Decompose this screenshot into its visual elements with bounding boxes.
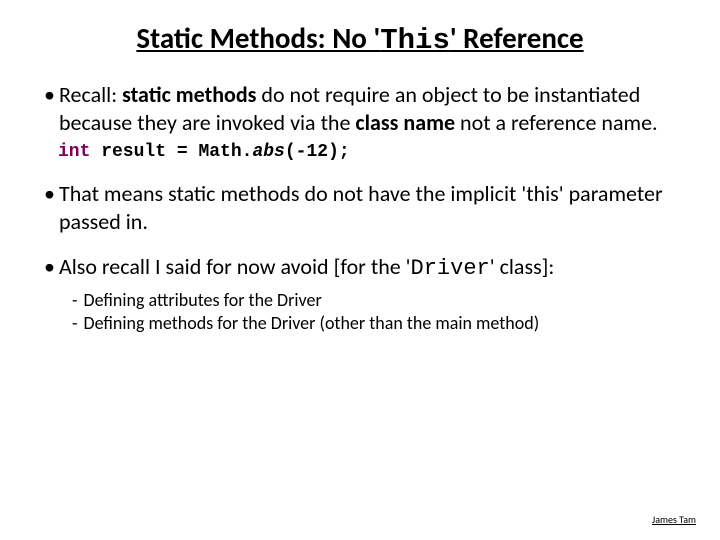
footer-author: James Tam xyxy=(652,513,696,526)
bullet-3: • Also recall I said for now avoid [for … xyxy=(44,253,682,283)
b3-p2: ' class]: xyxy=(490,253,555,280)
slide-container: Static Methods: No 'This' Reference • Re… xyxy=(0,0,720,540)
b1-bold1: static methods xyxy=(122,81,256,108)
sub-dash: - xyxy=(72,312,78,335)
title-mono: This xyxy=(380,24,450,57)
bullet-dot: • xyxy=(44,81,55,136)
bullet-1-text: Recall: static methods do not require an… xyxy=(59,81,682,136)
sub-2-text: Defining methods for the Driver (other t… xyxy=(84,312,540,335)
bullet-3-text: Also recall I said for now avoid [for th… xyxy=(59,253,682,283)
code-method: abs xyxy=(252,142,284,162)
slide-content: • Recall: static methods do not require … xyxy=(0,81,720,335)
b3-p1: Also recall I said for now avoid [for th… xyxy=(59,253,411,280)
b1-p3: not a reference name. xyxy=(455,109,658,136)
bullet-1: • Recall: static methods do not require … xyxy=(44,81,682,136)
sub-dash: - xyxy=(72,289,78,312)
slide-title: Static Methods: No 'This' Reference xyxy=(0,20,720,57)
code-args: (-12); xyxy=(285,142,350,162)
sub-bullet-2: - Defining methods for the Driver (other… xyxy=(72,312,682,335)
b1-bold2: class name xyxy=(355,109,455,136)
b3-mono: Driver xyxy=(411,256,490,281)
title-pre: Static Methods: No ' xyxy=(136,20,380,56)
sub-bullet-1: - Defining attributes for the Driver xyxy=(72,289,682,312)
code-var: result = xyxy=(90,142,198,162)
bullet-dot: • xyxy=(44,180,55,235)
code-cls: Math. xyxy=(198,142,252,162)
code-kw: int xyxy=(58,142,90,162)
b1-p1: Recall: xyxy=(59,81,122,108)
code-example: int result = Math.abs(-12); xyxy=(58,142,682,162)
title-post: ' Reference xyxy=(450,20,584,56)
bullet-dot: • xyxy=(44,253,55,283)
sub-1-text: Defining attributes for the Driver xyxy=(84,289,322,312)
bullet-2-text: That means static methods do not have th… xyxy=(59,180,682,235)
bullet-2: • That means static methods do not have … xyxy=(44,180,682,235)
